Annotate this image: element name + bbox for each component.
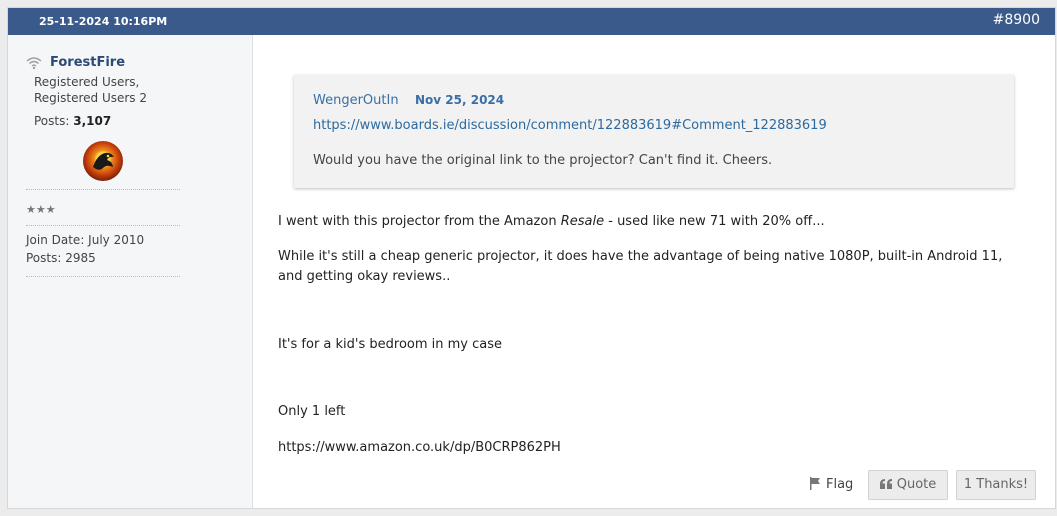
body-paragraph: While it's still a cheap generic project… bbox=[278, 247, 1002, 287]
username-link[interactable]: ForestFire bbox=[50, 55, 125, 70]
post: 25-11-2024 10:16PM #8900 ForestFire Regi… bbox=[7, 7, 1056, 509]
quote-date: Nov 25, 2024 bbox=[415, 93, 505, 107]
body-text-segment: I went with this projector from the Amaz… bbox=[278, 214, 561, 229]
body-paragraph: Only 1 left bbox=[278, 404, 346, 419]
quote-label: Quote bbox=[896, 477, 937, 492]
wifi-online-icon bbox=[26, 57, 42, 70]
posts-summary: Posts: 3,107 bbox=[34, 114, 111, 128]
sidebar-divider bbox=[26, 189, 180, 190]
quote-source-link[interactable]: https://www.boards.ie/discussion/comment… bbox=[313, 118, 827, 133]
body-text-line: and getting okay reviews.. bbox=[278, 269, 451, 284]
body-text-line: While it's still a cheap generic project… bbox=[278, 249, 1003, 264]
quote-text: Would you have the original link to the … bbox=[313, 153, 773, 168]
posts-label: Posts: bbox=[34, 114, 70, 128]
post-date: 25-11-2024 10:16PM bbox=[39, 15, 168, 28]
body-paragraph: I went with this projector from the Amaz… bbox=[278, 212, 825, 232]
body-paragraph: It's for a kid's bedroom in my case bbox=[278, 337, 503, 352]
usergroup-line-1: Registered Users, bbox=[34, 75, 140, 89]
avatar[interactable] bbox=[83, 141, 123, 181]
quote-author-link[interactable]: WengerOutIn bbox=[313, 93, 399, 108]
quote-button[interactable]: Quote bbox=[868, 470, 948, 500]
usergroup-line-2: Registered Users 2 bbox=[34, 91, 148, 105]
post-count: Posts: 2985 bbox=[26, 251, 96, 265]
author-sidebar: ForestFire Registered Users, Registered … bbox=[8, 35, 253, 508]
posts-value: 3,107 bbox=[73, 114, 112, 128]
post-header: 25-11-2024 10:16PM #8900 bbox=[8, 8, 1055, 35]
quote-block: WengerOutIn Nov 25, 2024 https://www.boa… bbox=[294, 75, 1014, 188]
post-number-link[interactable]: #8900 bbox=[993, 12, 1040, 28]
flag-button[interactable]: Flag bbox=[809, 470, 857, 500]
sidebar-divider bbox=[26, 225, 180, 226]
body-text-segment: - used like new 71 with 20% off... bbox=[604, 214, 825, 229]
thanks-label: 1 Thanks! bbox=[963, 477, 1029, 492]
quote-icon bbox=[879, 479, 892, 489]
flag-label: Flag bbox=[826, 477, 854, 492]
avatar-dragon-icon bbox=[93, 152, 114, 170]
body-text-emphasis: Resale bbox=[560, 214, 605, 229]
body-link[interactable]: https://www.amazon.co.uk/dp/B0CRP862PH bbox=[278, 438, 561, 458]
rank-stars: ★★★ bbox=[26, 203, 56, 216]
sidebar-divider bbox=[26, 276, 180, 277]
join-date: Join Date: July 2010 bbox=[26, 233, 145, 247]
thanks-button[interactable]: 1 Thanks! bbox=[956, 470, 1036, 500]
flag-icon bbox=[810, 477, 820, 490]
post-content: WengerOutIn Nov 25, 2024 https://www.boa… bbox=[254, 35, 1055, 508]
usergroup: Registered Users, Registered Users 2 bbox=[34, 74, 147, 106]
